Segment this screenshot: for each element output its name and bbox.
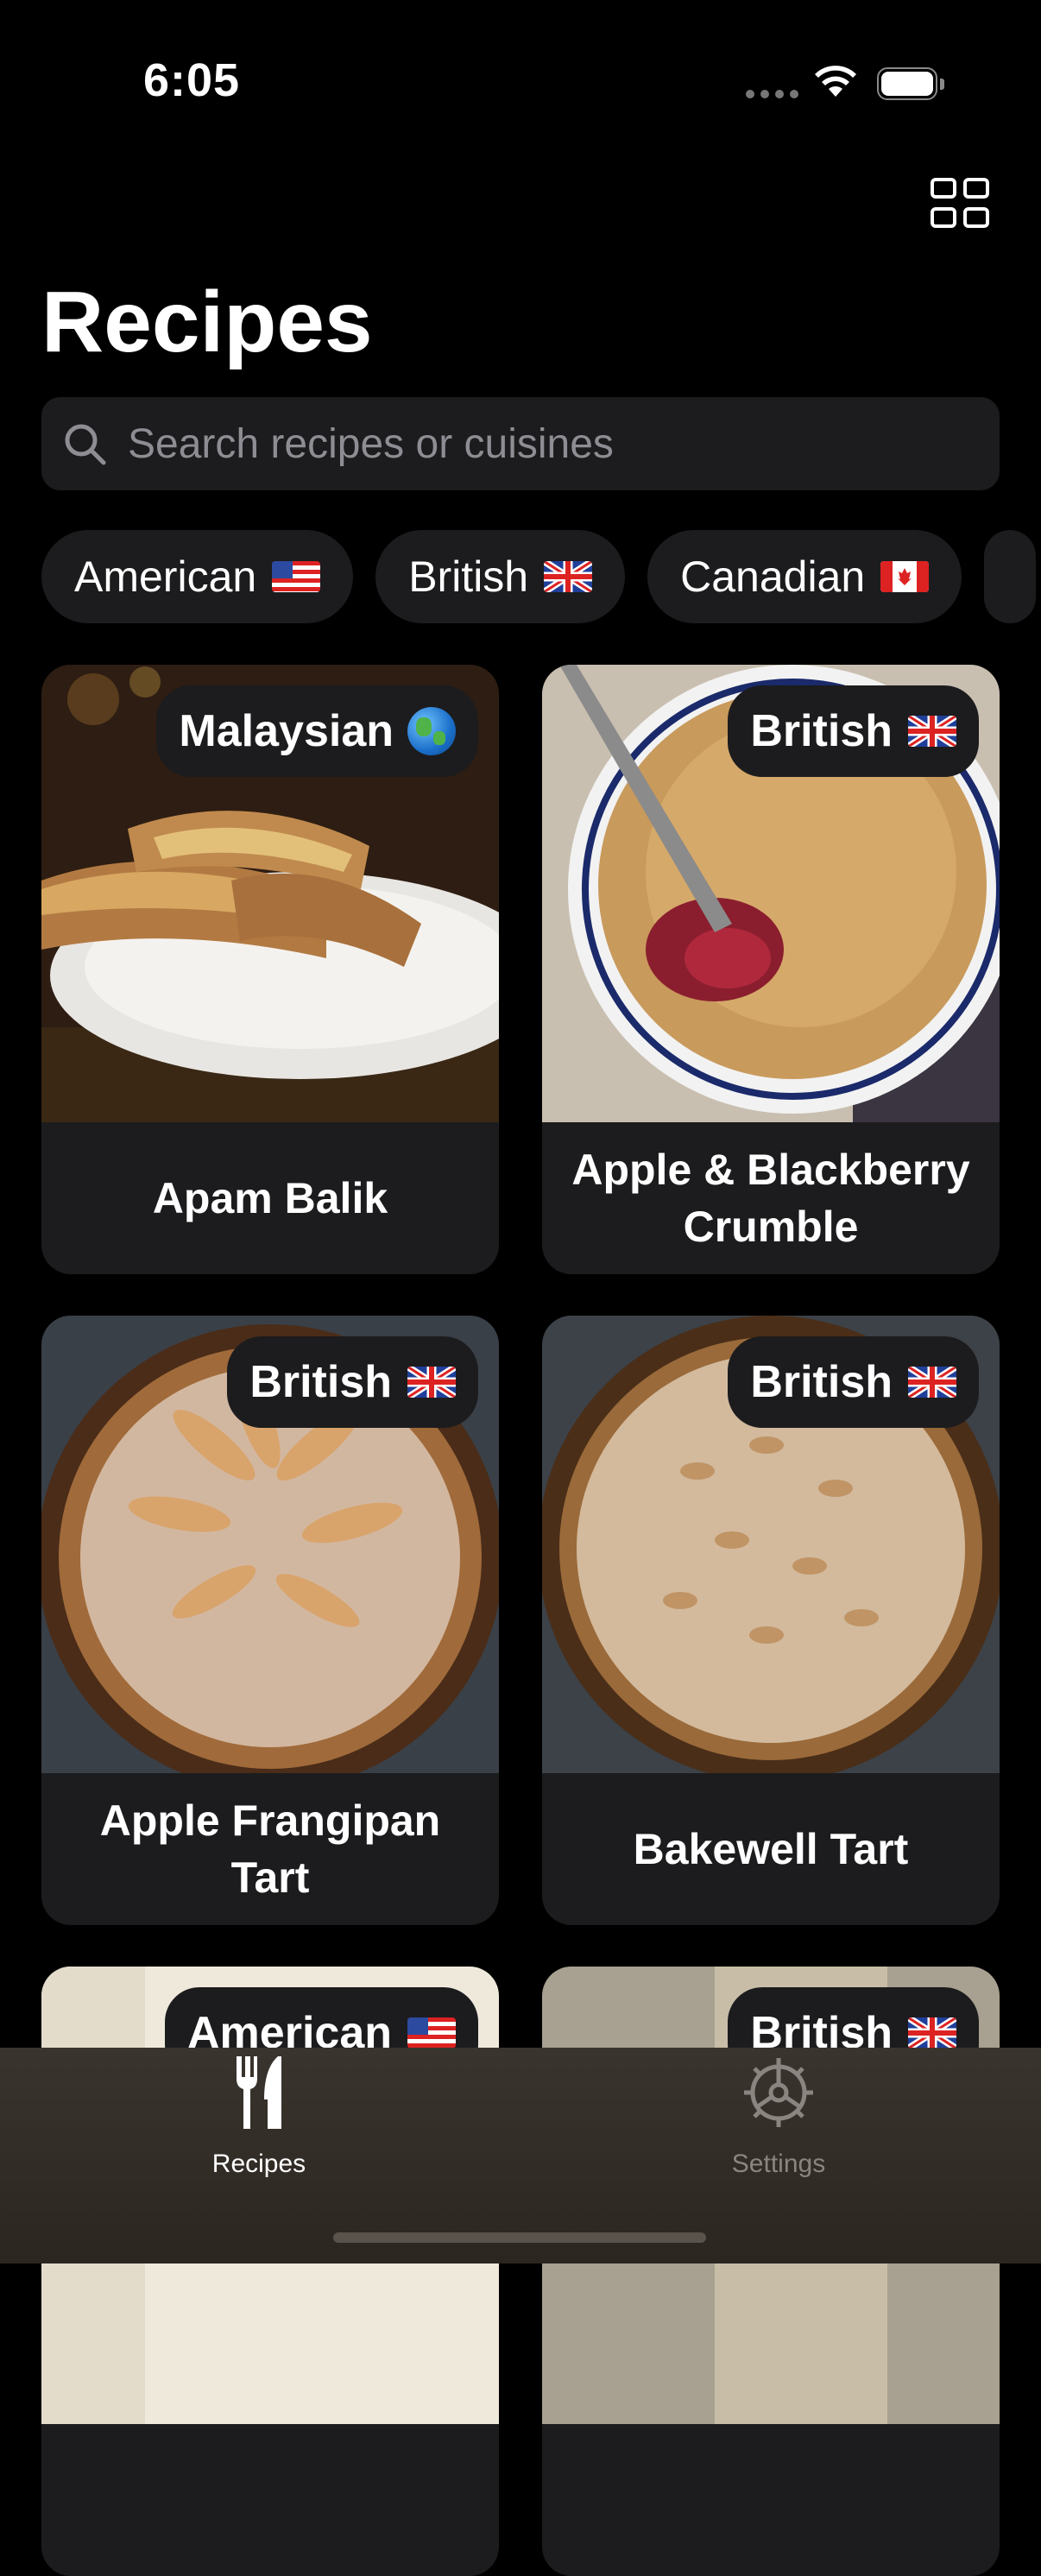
recipe-card[interactable]: Malaysian Apam Balik xyxy=(41,665,499,1274)
uk-flag-icon xyxy=(908,1367,956,1398)
us-flag-icon xyxy=(407,2017,456,2049)
home-indicator xyxy=(333,2232,706,2243)
us-flag-icon xyxy=(272,561,321,592)
search-input[interactable] xyxy=(126,419,958,469)
cuisine-badge: British xyxy=(227,1336,478,1428)
search-icon xyxy=(65,424,106,465)
cuisine-badge: British xyxy=(728,1336,979,1428)
status-time: 6:05 xyxy=(143,54,241,106)
recipe-card[interactable]: British Apple & Blackberry Crumble xyxy=(542,665,1000,1274)
cuisine-badge: Malaysian xyxy=(156,685,478,777)
uk-flag-icon xyxy=(544,561,593,592)
tab-bar: Recipes Settings xyxy=(0,2048,1041,2263)
recipe-title: Apple Frangipan Tart xyxy=(99,1796,441,1902)
recipe-title xyxy=(41,2424,499,2576)
battery-icon xyxy=(877,67,946,100)
recipe-title xyxy=(542,2424,1000,2576)
recipe-title: Apam Balik xyxy=(152,1174,388,1222)
globe-icon xyxy=(407,707,456,755)
cuisine-badge: British xyxy=(728,685,979,777)
badge-label: British xyxy=(249,1357,392,1407)
page-title: Recipes xyxy=(41,274,373,370)
badge-label: British xyxy=(750,1357,893,1407)
chip-label: British xyxy=(408,552,529,601)
recipe-card[interactable]: British Apple Frangipan Tart xyxy=(41,1316,499,1925)
filter-chip-more[interactable] xyxy=(984,530,1037,623)
chip-label: American xyxy=(74,552,257,601)
uk-flag-icon xyxy=(407,1367,456,1398)
uk-flag-icon xyxy=(908,716,956,747)
grid-layout-icon[interactable] xyxy=(927,176,993,230)
signal-icon xyxy=(746,90,798,98)
tab-settings[interactable]: Settings xyxy=(649,2056,908,2194)
recipe-card[interactable]: British Bakewell Tart xyxy=(542,1316,1000,1925)
badge-label: Malaysian xyxy=(179,706,394,756)
gear-icon xyxy=(744,2058,813,2127)
badge-label: British xyxy=(750,706,893,756)
tab-recipes[interactable]: Recipes xyxy=(129,2056,388,2194)
wifi-icon xyxy=(815,66,856,97)
canada-flag-icon xyxy=(880,561,930,592)
filter-chip-canadian[interactable]: Canadian xyxy=(647,530,962,623)
cuisine-filter-bar: American British Canadian xyxy=(41,530,1037,623)
uk-flag-icon xyxy=(908,2017,956,2049)
recipe-title: Bakewell Tart xyxy=(633,1825,909,1873)
fork-knife-icon xyxy=(237,2056,281,2129)
search-bar[interactable] xyxy=(41,397,1000,490)
tab-label: Settings xyxy=(731,2150,826,2178)
filter-chip-british[interactable]: British xyxy=(375,530,626,623)
recipe-title: Apple & Blackberry Crumble xyxy=(571,1146,970,1251)
chip-label: Canadian xyxy=(680,552,866,601)
filter-chip-american[interactable]: American xyxy=(41,530,354,623)
tab-label: Recipes xyxy=(211,2150,306,2178)
